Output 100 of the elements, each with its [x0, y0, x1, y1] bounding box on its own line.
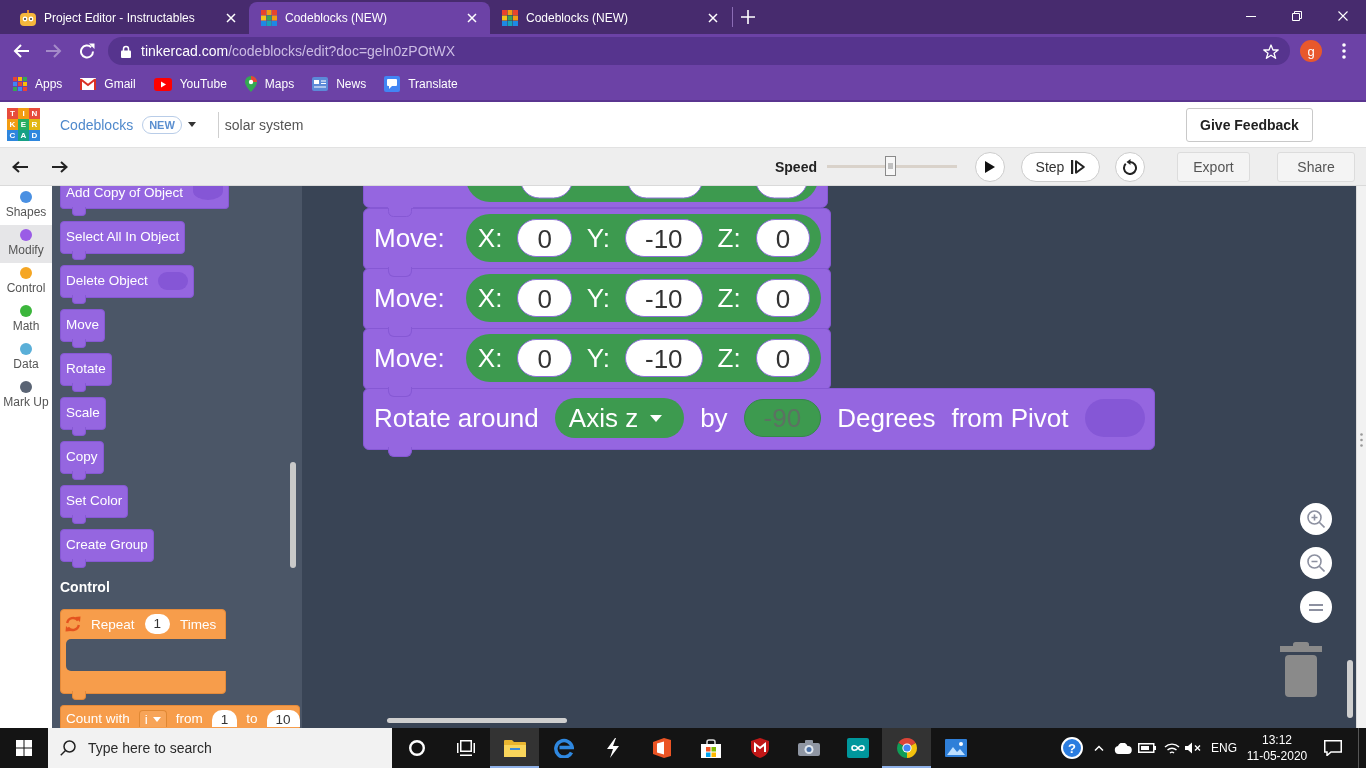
camera-icon[interactable]	[797, 740, 820, 756]
value-field[interactable]: 1	[211, 710, 238, 727]
reload-icon[interactable]	[78, 43, 95, 59]
chevron-up-icon[interactable]	[1094, 745, 1104, 751]
step-button[interactable]: Step	[1021, 151, 1100, 182]
category-tab[interactable]: Mark Up	[0, 377, 52, 415]
close-icon[interactable]	[226, 13, 236, 23]
profile-button[interactable]: g	[1300, 40, 1322, 62]
swirl-icon[interactable]	[553, 738, 574, 758]
code-block[interactable]: Create Group	[60, 529, 154, 568]
app-logo[interactable]: T I N K E R C A D	[7, 108, 40, 141]
help-icon[interactable]: ?	[1061, 737, 1083, 759]
lightning-icon[interactable]	[605, 738, 620, 758]
fit-view-button[interactable]	[1300, 591, 1332, 623]
ring-icon[interactable]	[408, 740, 425, 756]
bookmark-link[interactable]: YouTube	[144, 70, 236, 98]
reset-icon[interactable]	[1122, 158, 1138, 175]
reset-button[interactable]	[1115, 151, 1145, 182]
category-tab[interactable]: Control	[0, 263, 52, 301]
trash-icon[interactable]	[1280, 642, 1322, 697]
star-icon[interactable]	[1263, 43, 1279, 59]
xyz-input[interactable]: X: 0 Y: -10 Z: 0	[465, 274, 822, 322]
door-icon[interactable]	[652, 738, 671, 758]
category-tab[interactable]: Math	[0, 301, 52, 339]
browser-tab[interactable]: Codeblocks (NEW)	[490, 2, 731, 34]
zoom-out-button[interactable]	[1300, 547, 1332, 579]
address-bar[interactable]: tinkercad.com/codeblocks/edit?doc=geln0zPOtWX	[108, 37, 1290, 65]
minimize-icon[interactable]	[1246, 15, 1256, 17]
loop-block[interactable]: Repeat 1 Times	[60, 609, 226, 700]
close-icon[interactable]	[1338, 11, 1348, 21]
bookmark-link[interactable]: News	[303, 70, 376, 98]
value-field[interactable]: 0	[517, 279, 572, 317]
close-icon[interactable]	[708, 13, 718, 23]
undo-icon[interactable]	[12, 160, 28, 173]
value-field[interactable]: -10	[625, 219, 703, 257]
browser-tab[interactable]: Project Editor - Instructables	[8, 2, 249, 34]
category-tab[interactable]: Shapes	[0, 187, 52, 225]
restore-icon[interactable]	[1292, 11, 1302, 21]
play-button[interactable]	[975, 151, 1005, 182]
scrollbar[interactable]	[290, 462, 296, 568]
shopping-bag-icon[interactable]	[700, 738, 721, 758]
code-block[interactable]: Delete Object	[60, 265, 194, 304]
code-block[interactable]: Count with i from 1 to 10	[60, 705, 300, 727]
notification-icon[interactable]	[1324, 740, 1342, 756]
value-field[interactable]: 0	[755, 219, 811, 257]
value-field[interactable]: 0	[517, 219, 572, 257]
value-field[interactable]: 0	[755, 279, 811, 317]
code-block[interactable]: Set Color	[60, 485, 129, 524]
code-block[interactable]: Copy	[60, 441, 104, 480]
battery-icon[interactable]	[1138, 743, 1156, 753]
language-indicator[interactable]: ENG	[1211, 741, 1237, 755]
bookmark-link[interactable]: Gmail	[71, 70, 145, 98]
zoom-in-button[interactable]	[1300, 503, 1332, 535]
caret-down-icon[interactable]	[187, 122, 196, 127]
wifi-icon[interactable]	[1164, 741, 1180, 755]
grip-icon[interactable]	[1360, 433, 1363, 447]
step-forward-icon[interactable]	[1071, 159, 1086, 174]
shield-icon[interactable]	[750, 738, 769, 758]
project-title[interactable]: solar system	[224, 116, 304, 133]
taskbar-button[interactable]	[490, 728, 539, 768]
value-field[interactable]: -10	[625, 279, 703, 317]
folder-icon[interactable]	[503, 739, 526, 757]
stacked-windows-icon[interactable]	[456, 740, 475, 756]
code-block[interactable]: Select All In Object	[60, 221, 186, 260]
value-field[interactable]: 10	[266, 710, 300, 727]
app-menu-link[interactable]: Codeblocks	[60, 116, 134, 133]
value-field[interactable]: 0	[755, 339, 811, 377]
speaker-muted-icon[interactable]	[1185, 742, 1201, 754]
resize-handle[interactable]	[1356, 186, 1366, 728]
bookmark-link[interactable]: Maps	[235, 70, 304, 98]
slider-thumb[interactable]	[885, 156, 897, 176]
cloud-icon[interactable]	[1114, 742, 1132, 754]
plus-icon[interactable]	[741, 10, 755, 24]
infinity-icon[interactable]	[846, 738, 869, 758]
category-tab[interactable]: Modify	[0, 225, 52, 263]
close-icon[interactable]	[467, 13, 477, 23]
segmented-circle-icon[interactable]	[896, 738, 917, 758]
code-block[interactable]: Move	[60, 309, 105, 348]
value-field[interactable]: -10	[625, 339, 703, 377]
taskbar-button[interactable]	[882, 728, 931, 768]
play-icon[interactable]	[985, 160, 995, 173]
code-block[interactable]: Add Copy of Object	[60, 186, 230, 216]
code-block[interactable]: Scale	[60, 397, 106, 436]
xyz-input[interactable]: X: 0 Y: -10 Z: 0	[465, 214, 822, 262]
feedback-button[interactable]: Give Feedback	[1186, 107, 1313, 142]
code-block[interactable]	[363, 186, 828, 217]
category-tab[interactable]: Data	[0, 339, 52, 377]
value-field[interactable]: 0	[517, 339, 572, 377]
value-field[interactable]: 1	[144, 614, 171, 634]
search-field[interactable]: Type here to search	[48, 728, 392, 768]
bookmark-link[interactable]: Apps	[4, 70, 72, 98]
code-block[interactable]: Rotate	[60, 353, 112, 392]
share-button[interactable]: Share	[1277, 151, 1355, 182]
axis-dropdown[interactable]: Axis z	[554, 398, 685, 438]
xyz-input[interactable]: X: 0 Y: -10 Z: 0	[465, 334, 822, 382]
bookmark-link[interactable]: Translate	[375, 70, 467, 98]
browser-tab[interactable]: Codeblocks (NEW)	[249, 2, 490, 34]
export-button[interactable]: Export	[1177, 151, 1250, 182]
scrollbar[interactable]	[387, 718, 567, 723]
scrollbar[interactable]	[1347, 660, 1353, 718]
